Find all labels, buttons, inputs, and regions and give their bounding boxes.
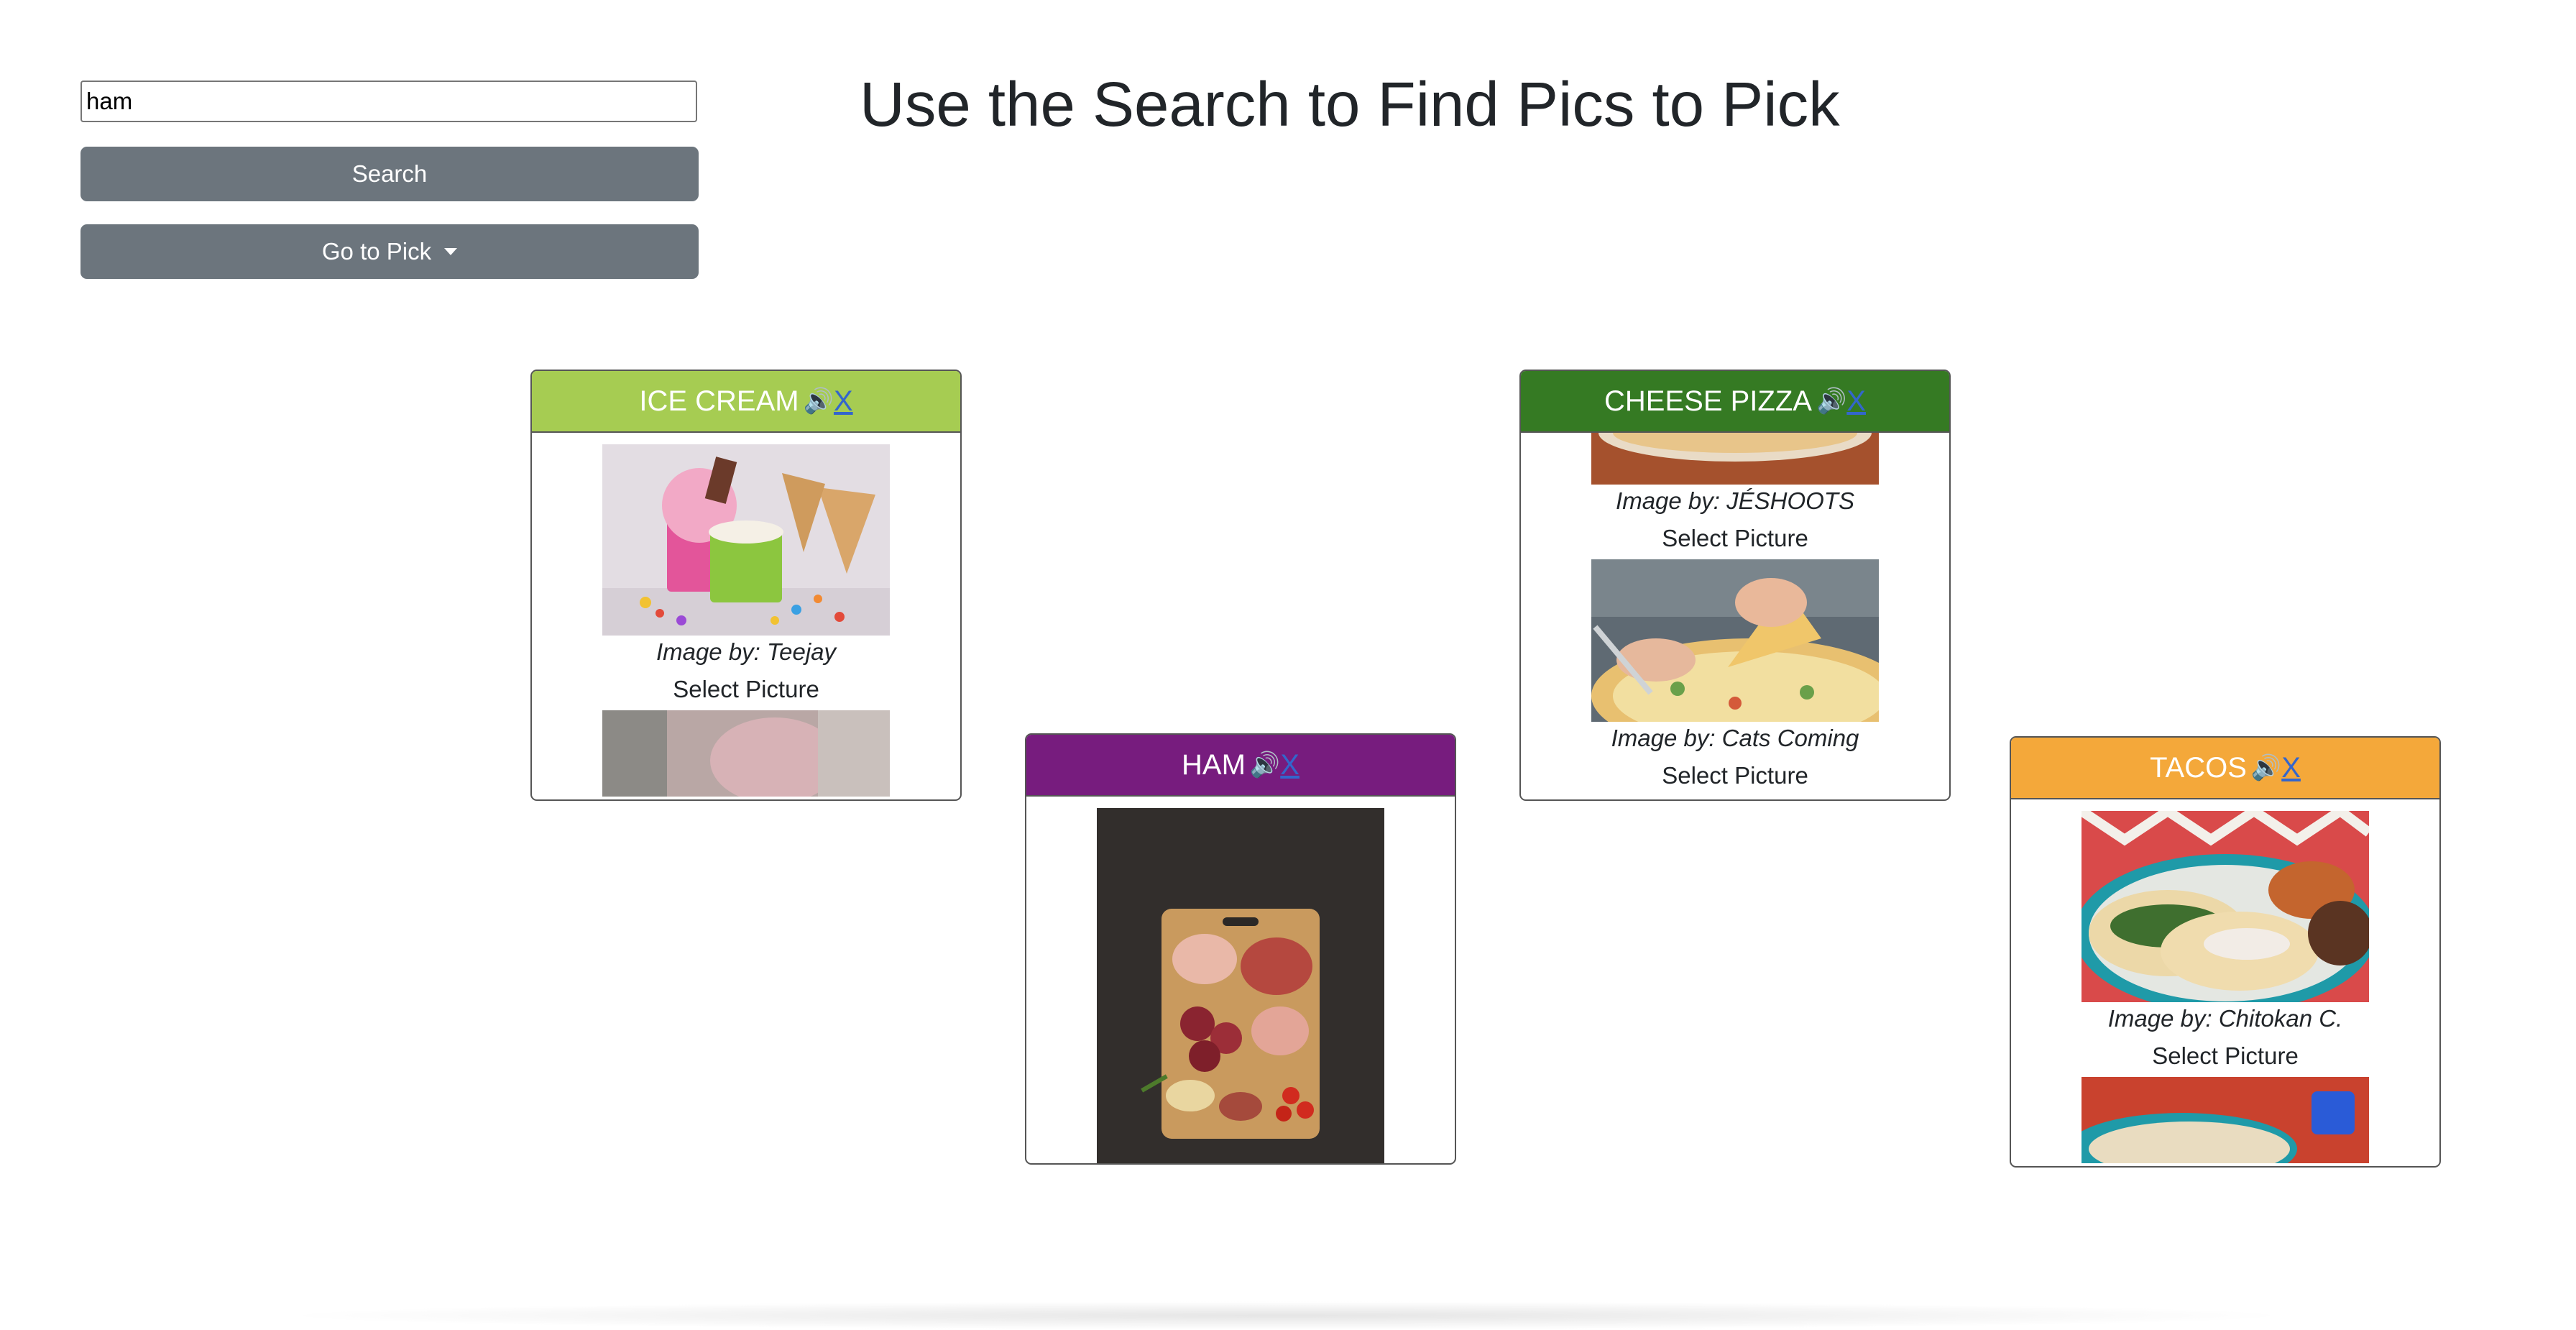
bottom-shadow [273, 1301, 2300, 1330]
card-body-cheese-pizza: Image by: JÉSHOOTS Select Picture Image … [1521, 433, 1949, 799]
card-header-cheese-pizza: CHEESE PIZZA 🔊 X [1521, 371, 1949, 433]
card-title: ICE CREAM [639, 385, 799, 417]
tacos-image[interactable] [2082, 811, 2369, 1002]
close-card-button[interactable]: X [1846, 385, 1866, 418]
speaker-icon[interactable]: 🔊 [1816, 387, 1846, 416]
card-body-tacos: Image by: Chitokan C. Select Picture [2011, 799, 2439, 1166]
card-title: TACOS [2150, 751, 2247, 784]
card-header-ice-cream: ICE CREAM 🔊 X [532, 371, 960, 433]
image-credit: Image by: Teejay [656, 638, 837, 665]
search-button-label: Search [351, 160, 428, 187]
card-body-ice-cream: Image by: Teejay Select Picture [532, 433, 960, 799]
chevron-down-icon [444, 248, 458, 255]
card-ice-cream: ICE CREAM 🔊 X Image by: Teejay Select Pi… [530, 370, 962, 801]
close-card-button[interactable]: X [2281, 752, 2301, 784]
speaker-icon[interactable]: 🔊 [804, 387, 834, 416]
tacos-image-2[interactable] [2082, 1077, 2369, 1163]
ice-cream-image-2[interactable] [602, 710, 890, 797]
card-header-ham: HAM 🔊 X [1026, 735, 1455, 797]
ham-image[interactable] [1097, 808, 1384, 1163]
go-to-pick-dropdown[interactable]: Go to Pick [80, 224, 699, 279]
pizza-image-2[interactable] [1591, 559, 1879, 722]
card-cheese-pizza: CHEESE PIZZA 🔊 X Image by: JÉSHOOTS Sele… [1519, 370, 1951, 801]
card-tacos: TACOS 🔊 X Image by: Chitokan C. Select P… [2010, 736, 2441, 1168]
ice-cream-image[interactable] [602, 444, 890, 636]
go-to-pick-label: Go to Pick [321, 238, 432, 265]
card-title: HAM [1182, 748, 1246, 781]
card-ham: HAM 🔊 X [1025, 733, 1456, 1165]
select-picture-link[interactable]: Select Picture [1521, 755, 1949, 797]
pizza-image-1[interactable] [1591, 433, 1879, 485]
card-title: CHEESE PIZZA [1604, 385, 1812, 417]
card-body-ham [1026, 797, 1455, 1163]
close-card-button[interactable]: X [834, 385, 853, 418]
search-input[interactable] [80, 81, 697, 122]
speaker-icon[interactable]: 🔊 [1250, 751, 1280, 779]
page-title: Use the Search to Find Pics to Pick [860, 70, 1840, 139]
select-picture-link[interactable]: Select Picture [1521, 518, 1949, 559]
image-credit: Image by: JÉSHOOTS [1616, 487, 1854, 514]
select-picture-link[interactable]: Select Picture [2011, 1035, 2439, 1077]
speaker-icon[interactable]: 🔊 [2251, 753, 2281, 782]
close-card-button[interactable]: X [1280, 749, 1300, 781]
select-picture-link[interactable]: Select Picture [532, 669, 960, 710]
image-credit: Image by: Chitokan C. [2107, 1005, 2343, 1032]
card-header-tacos: TACOS 🔊 X [2011, 738, 2439, 799]
image-credit: Image by: Cats Coming [1611, 725, 1859, 751]
search-button[interactable]: Search [80, 147, 699, 201]
